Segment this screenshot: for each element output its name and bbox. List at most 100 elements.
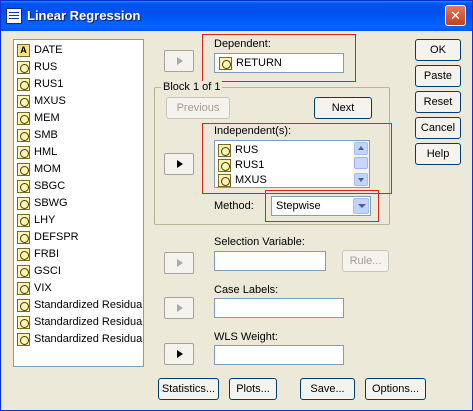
variable-list-item[interactable]: RUS [17, 59, 143, 76]
scale-var-icon [17, 95, 30, 108]
block-label: Block 1 of 1 [161, 81, 223, 93]
scale-var-icon [17, 129, 30, 142]
scale-var-icon [17, 282, 30, 295]
scale-var-icon [17, 265, 30, 278]
method-select[interactable]: Stepwise [271, 196, 371, 216]
variable-list-item[interactable]: DEFSPR [17, 229, 143, 246]
wls-weight-label: WLS Weight: [214, 331, 278, 343]
independent-label: RUS1 [235, 159, 265, 171]
dependent-value: RETURN [236, 57, 282, 69]
variable-list-item[interactable]: SMB [17, 127, 143, 144]
variable-label: SBWG [34, 197, 68, 209]
case-labels-field[interactable] [214, 298, 344, 318]
scale-var-icon [17, 248, 30, 261]
scroll-up-icon[interactable] [354, 142, 368, 155]
window-title: Linear Regression [27, 8, 141, 23]
wls-weight-field[interactable] [214, 345, 344, 365]
variable-label: DATE [34, 44, 63, 56]
cancel-button[interactable]: Cancel [415, 117, 461, 139]
case-labels-label: Case Labels: [214, 284, 279, 296]
scroll-thumb[interactable] [354, 157, 368, 169]
variable-list-item[interactable]: GSCI [17, 263, 143, 280]
variable-label: RUS1 [34, 78, 64, 90]
variable-list-item[interactable]: MOM [17, 161, 143, 178]
variable-list[interactable]: A DATE RUS RUS1 MXUS MEM SMB HML MOM SBGC SBWG LHY D… [13, 39, 144, 367]
help-button[interactable]: Help [415, 143, 461, 165]
move-to-independents-button[interactable] [164, 153, 194, 175]
variable-list-item[interactable]: A DATE [17, 42, 143, 59]
variable-list-item[interactable]: MXUS [17, 93, 143, 110]
independent-label: MXUS [235, 174, 267, 186]
scale-var-icon [17, 146, 30, 159]
variable-label: SMB [34, 129, 58, 141]
string-var-icon: A [17, 44, 30, 57]
move-to-wls-weight-button[interactable] [164, 343, 194, 365]
independents-scrollbar[interactable] [353, 141, 369, 187]
variable-list-item[interactable]: LHY [17, 212, 143, 229]
scale-var-icon [17, 61, 30, 74]
independents-label: Independent(s): [214, 125, 292, 137]
variable-label: DEFSPR [34, 231, 79, 243]
dependent-field[interactable]: RETURN [214, 53, 344, 73]
scale-var-icon [17, 316, 30, 329]
linear-regression-dialog: Linear Regression ✕ A DATE RUS RUS1 MXUS MEM S… [0, 0, 473, 411]
statistics-button[interactable]: Statistics... [158, 378, 219, 400]
method-value: Stepwise [276, 200, 321, 212]
scale-var-icon [17, 299, 30, 312]
variable-label: MEM [34, 112, 60, 124]
selection-variable-label: Selection Variable: [214, 236, 305, 248]
move-to-dependent-button[interactable] [164, 50, 194, 72]
paste-button[interactable]: Paste [415, 65, 461, 87]
variable-list-item[interactable]: MEM [17, 110, 143, 127]
chevron-down-icon[interactable] [353, 198, 369, 214]
independents-list[interactable]: RUS RUS1 MXUS [214, 140, 370, 188]
independent-list-item[interactable]: MXUS [218, 173, 369, 187]
variable-list-item[interactable]: Standardized Residual [17, 314, 143, 331]
move-to-case-labels-button[interactable] [164, 297, 194, 319]
variable-list-item[interactable]: RUS1 [17, 76, 143, 93]
next-block-button[interactable]: Next [314, 97, 372, 119]
independent-list-item[interactable]: RUS1 [218, 158, 369, 173]
variable-label: VIX [34, 282, 52, 294]
scale-var-icon [17, 214, 30, 227]
dialog-icon [6, 8, 22, 24]
variable-label: LHY [34, 214, 56, 226]
scale-var-icon [17, 180, 30, 193]
variable-list-item[interactable]: SBGC [17, 178, 143, 195]
variable-list-item[interactable]: FRBI [17, 246, 143, 263]
reset-button[interactable]: Reset [415, 91, 461, 113]
scale-var-icon [219, 56, 232, 70]
previous-block-button[interactable]: Previous [166, 97, 230, 119]
variable-list-item[interactable]: HML [17, 144, 143, 161]
plots-button[interactable]: Plots... [229, 378, 277, 400]
method-label: Method: [214, 200, 254, 212]
variable-label: GSCI [34, 265, 61, 277]
scale-var-icon [17, 163, 30, 176]
scale-var-icon [17, 197, 30, 210]
variable-list-item[interactable]: Standardized Residual [17, 331, 143, 348]
scale-var-icon [17, 231, 30, 244]
dependent-label: Dependent: [214, 38, 271, 50]
variable-label: HML [34, 146, 58, 158]
variable-label: Standardized Residual [34, 299, 144, 311]
variable-list-item[interactable]: SBWG [17, 195, 143, 212]
independent-label: RUS [235, 144, 259, 156]
rule-button[interactable]: Rule... [342, 250, 389, 272]
scale-var-icon [218, 144, 231, 157]
variable-label: MXUS [34, 95, 66, 107]
ok-button[interactable]: OK [415, 39, 461, 61]
scale-var-icon [218, 159, 231, 172]
variable-list-item[interactable]: Standardized Residual [17, 297, 143, 314]
save-button[interactable]: Save... [300, 378, 355, 400]
move-to-selection-variable-button[interactable] [164, 252, 194, 274]
scroll-down-icon[interactable] [354, 173, 368, 186]
independent-list-item[interactable]: RUS [218, 143, 369, 158]
title-bar[interactable]: Linear Regression ✕ [1, 1, 472, 31]
variable-label: RUS [34, 61, 58, 73]
options-button[interactable]: Options... [365, 378, 426, 400]
close-button[interactable]: ✕ [445, 5, 466, 26]
selection-variable-field[interactable] [214, 251, 326, 271]
variable-list-item[interactable]: VIX [17, 280, 143, 297]
variable-label: SBGC [34, 180, 66, 192]
scale-var-icon [17, 112, 30, 125]
